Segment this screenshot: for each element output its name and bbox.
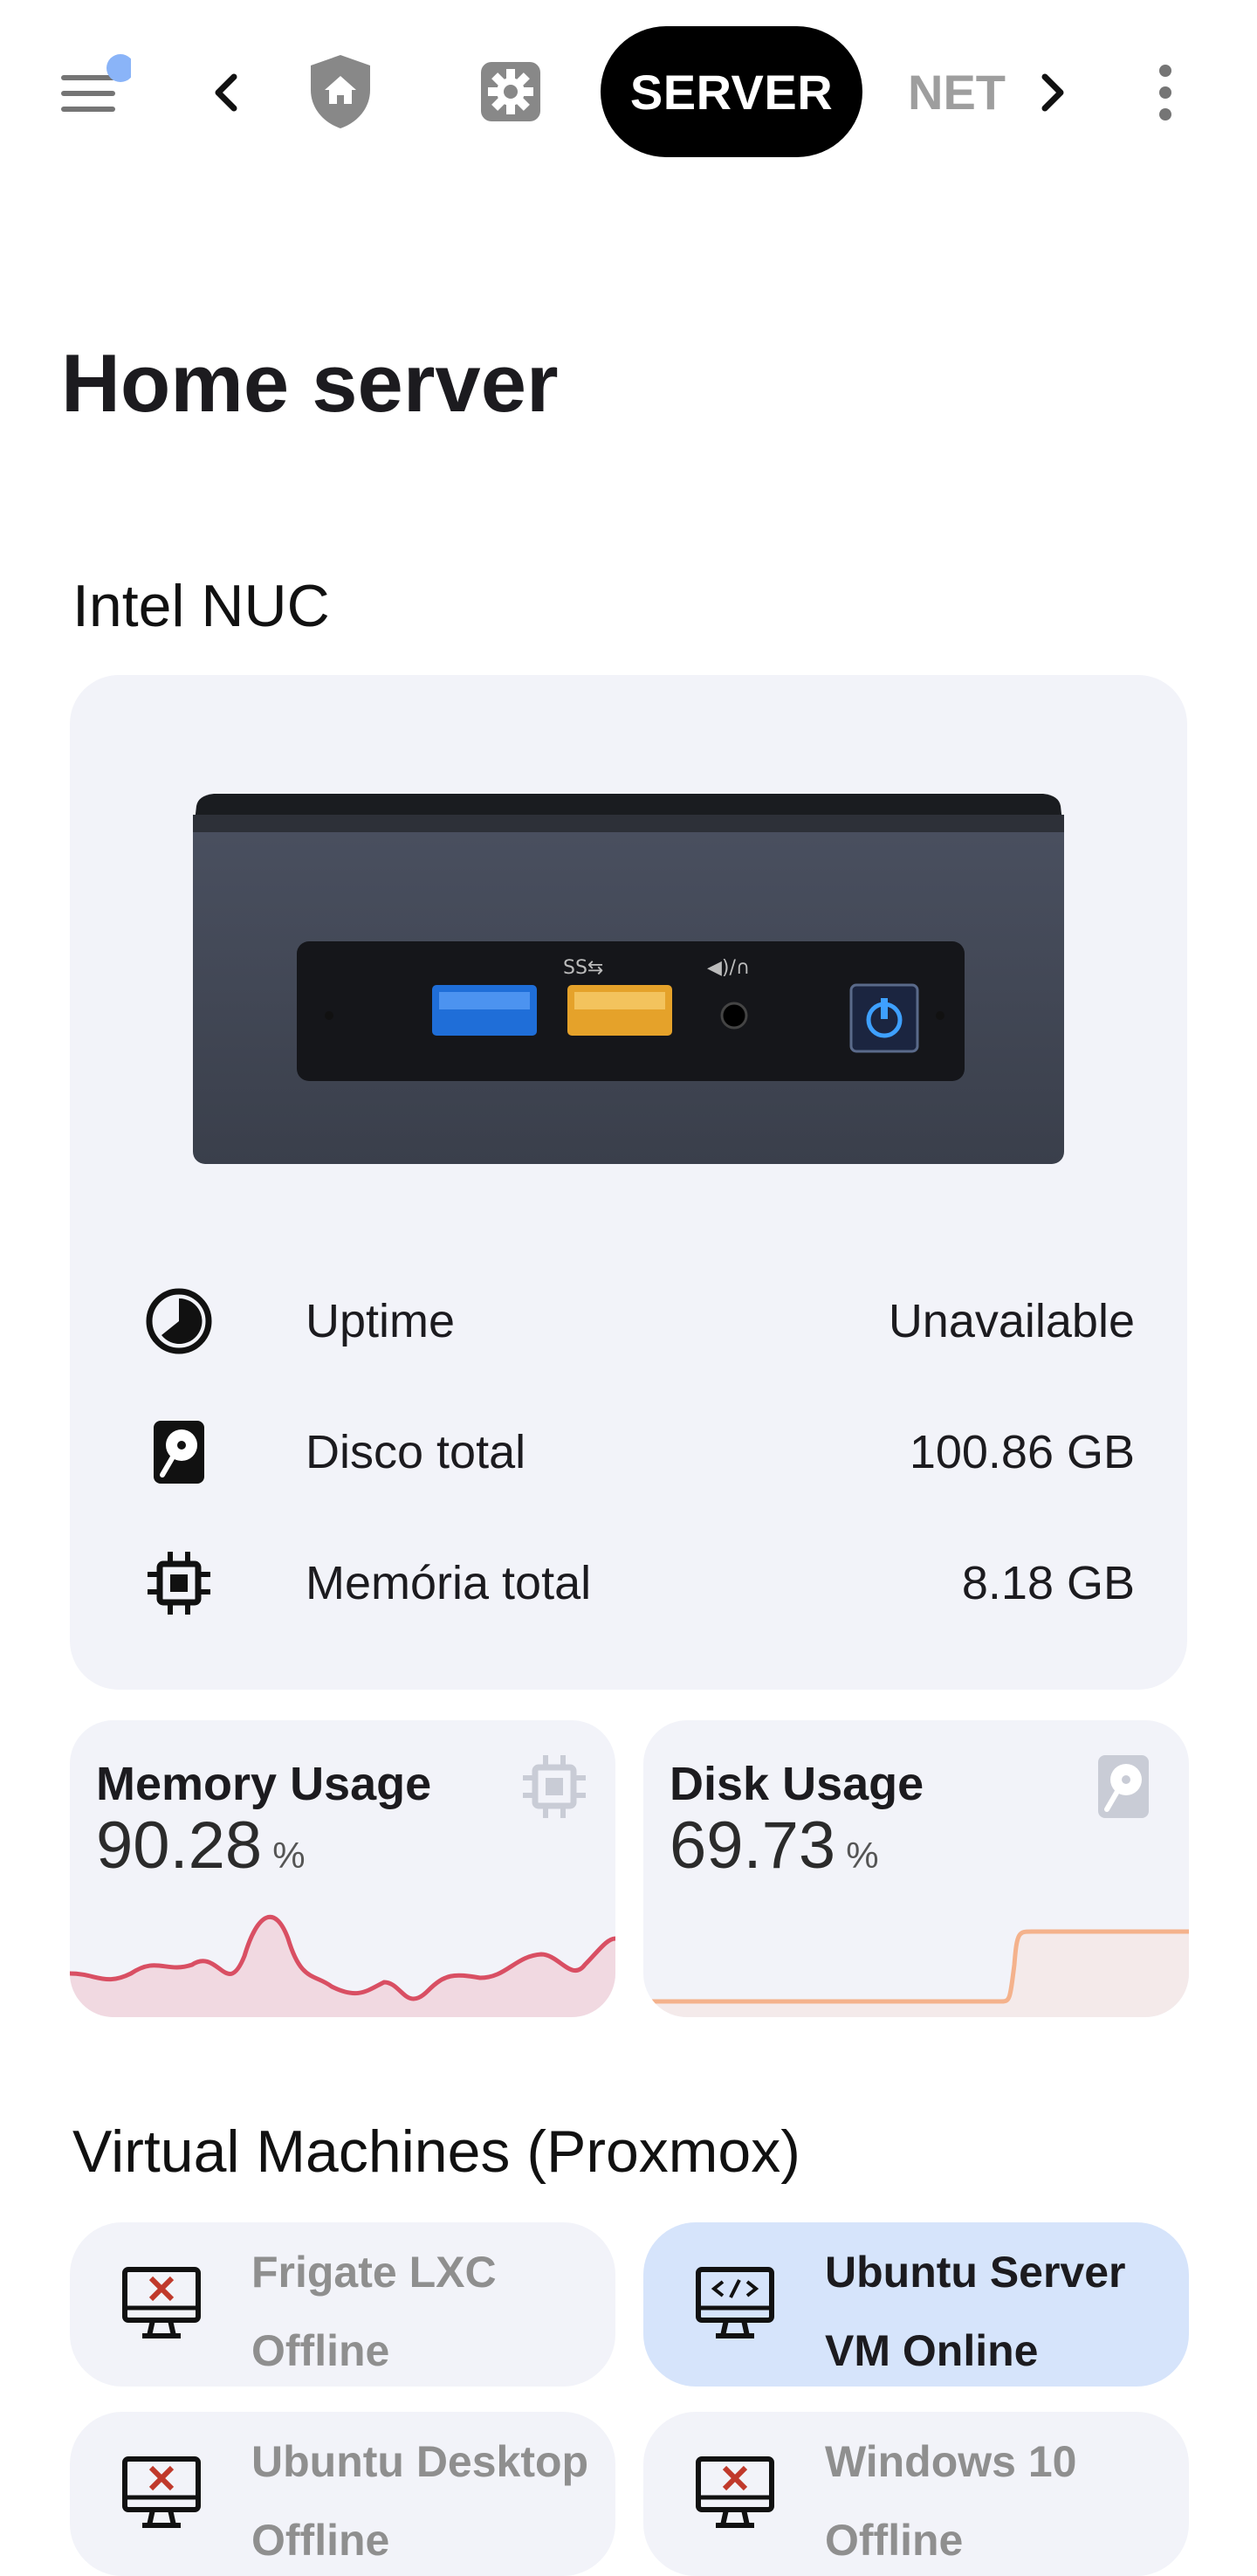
vm-status: Offline [251, 2326, 390, 2375]
chip-icon [519, 1752, 589, 1822]
monitor-off-icon [118, 2449, 205, 2536]
vm-card-ubuntu-desktop[interactable]: Ubuntu Desktop Offline [70, 2412, 615, 2576]
vm-name: Windows 10 [825, 2437, 1077, 2486]
intel-nuc-image: SS⇆ ◀)/∩ [193, 794, 1064, 1164]
disk-usage-card[interactable]: Disk Usage 69.73% [643, 1720, 1189, 2017]
page-title: Home server [61, 337, 559, 429]
disk-total-value: 100.86 GB [909, 1426, 1135, 1478]
monitor-off-icon [118, 2259, 205, 2346]
vm-section-title: Virtual Machines (Proxmox) [72, 2118, 800, 2185]
device-card[interactable]: SS⇆ ◀)/∩ Uptime Unavailable Disco total … [70, 675, 1187, 1690]
device-section-title: Intel NUC [72, 573, 330, 639]
shield-home-icon[interactable] [297, 44, 384, 140]
hamburger-menu-icon[interactable] [54, 54, 131, 131]
tab-net[interactable]: NET [908, 52, 1039, 131]
svg-text:SS⇆: SS⇆ [563, 957, 603, 979]
disk-total-label: Disco total [306, 1426, 526, 1478]
vm-name: Ubuntu Desktop [251, 2437, 589, 2486]
more-vertical-icon[interactable] [1135, 54, 1196, 131]
info-row-disk-total: Disco total 100.86 GB [70, 1404, 1187, 1500]
disk-usage-label: Disk Usage [670, 1758, 924, 1810]
memory-usage-card[interactable]: Memory Usage 90.28% [70, 1720, 615, 2017]
harddisk-icon [1093, 1752, 1163, 1822]
harddisk-icon [144, 1417, 214, 1487]
vm-name: Frigate LXC [251, 2248, 497, 2297]
vm-card-frigate-lxc[interactable]: Frigate LXC Offline [70, 2222, 615, 2387]
chevron-left-icon[interactable] [192, 54, 262, 131]
memory-usage-sparkline [70, 1915, 615, 2017]
vm-status: Offline [825, 2516, 964, 2565]
monitor-off-icon [691, 2449, 779, 2536]
vm-name: Ubuntu Server [825, 2248, 1126, 2297]
info-row-uptime: Uptime Unavailable [70, 1273, 1187, 1369]
memory-usage-label: Memory Usage [96, 1758, 432, 1810]
svg-text:◀)/∩: ◀)/∩ [707, 957, 750, 979]
info-row-memory-total: Memória total 8.18 GB [70, 1535, 1187, 1631]
top-navigation-bar: SERVER NET [0, 0, 1257, 183]
uptime-value: Unavailable [888, 1295, 1135, 1347]
gear-icon[interactable] [467, 48, 554, 135]
chip-icon [144, 1548, 214, 1618]
vm-card-windows-10[interactable]: Windows 10 Offline [643, 2412, 1189, 2576]
monitor-code-icon [691, 2259, 779, 2346]
clock-icon [144, 1286, 214, 1356]
vm-card-ubuntu-server[interactable]: Ubuntu Server VM Online [643, 2222, 1189, 2387]
vm-status: Offline [251, 2516, 390, 2565]
vm-status: VM Online [825, 2326, 1039, 2375]
memory-total-label: Memória total [306, 1557, 592, 1609]
chevron-right-icon[interactable] [1021, 54, 1082, 131]
uptime-label: Uptime [306, 1295, 456, 1347]
tab-server[interactable]: SERVER [601, 26, 862, 157]
memory-total-value: 8.18 GB [961, 1557, 1135, 1609]
disk-usage-sparkline [643, 1929, 1189, 2017]
